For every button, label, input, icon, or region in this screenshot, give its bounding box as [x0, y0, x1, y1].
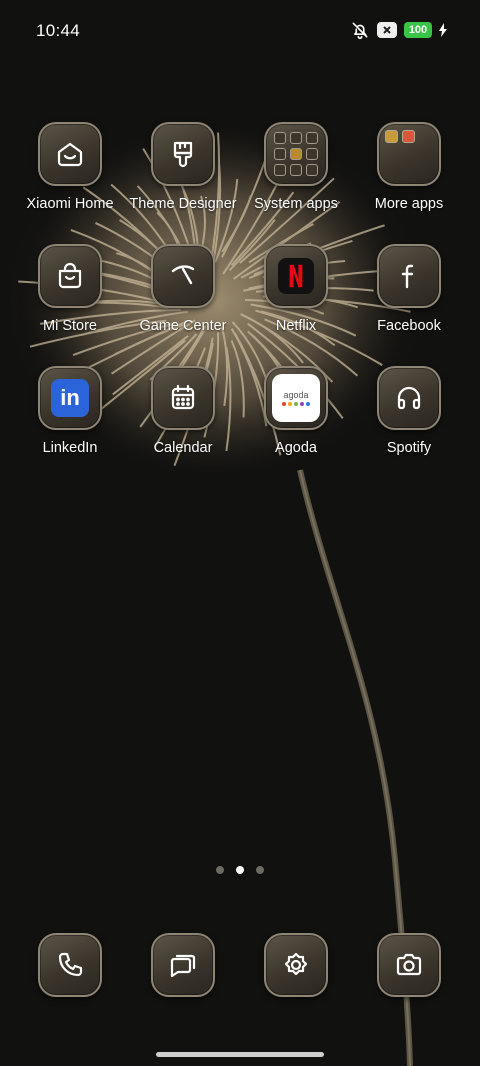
facebook-icon: [377, 244, 441, 308]
mini-app-icon: [274, 164, 286, 176]
xiaomi-home-icon: [38, 122, 102, 186]
home-indicator[interactable]: [156, 1052, 324, 1057]
linkedin-icon: in: [38, 366, 102, 430]
status-time: 10:44: [36, 21, 81, 40]
mini-app-icon: [274, 148, 286, 160]
camera-icon: [377, 933, 441, 997]
netflix-icon: [264, 244, 328, 308]
messages-icon: [151, 933, 215, 997]
shopping-bag-icon: [38, 244, 102, 308]
mini-app-icon: [290, 164, 302, 176]
app-label: Netflix: [275, 318, 317, 334]
paintbrush-icon: [151, 122, 215, 186]
charging-bolt-icon: [439, 23, 447, 37]
app-label: System apps: [254, 196, 338, 212]
folder-system-apps[interactable]: System apps: [240, 122, 352, 222]
folder-icon: [264, 122, 328, 186]
close-badge-icon: [377, 22, 397, 38]
calendar-icon: [151, 366, 215, 430]
app-theme-designer[interactable]: Theme Designer: [127, 122, 239, 222]
app-mi-store[interactable]: Mi Store: [14, 244, 126, 344]
dock-settings[interactable]: [264, 933, 328, 997]
mini-app-icon: [274, 132, 286, 144]
dock-messages[interactable]: [151, 933, 215, 997]
page-indicator: [0, 866, 480, 874]
app-facebook[interactable]: Facebook: [353, 244, 465, 344]
page-dot-active[interactable]: [236, 866, 244, 874]
app-label: More apps: [374, 196, 444, 212]
app-label: Theme Designer: [129, 196, 237, 212]
app-label: Spotify: [386, 440, 432, 456]
app-linkedin[interactable]: in LinkedIn: [14, 366, 126, 466]
app-label: Xiaomi Home: [26, 196, 114, 212]
app-label: LinkedIn: [42, 440, 98, 456]
agoda-dots: [282, 402, 310, 406]
mini-app-icon: [306, 148, 318, 160]
battery-icon: 100: [404, 22, 432, 38]
page-dot[interactable]: [216, 866, 224, 874]
app-spotify[interactable]: Spotify: [353, 366, 465, 466]
phone-icon: [38, 933, 102, 997]
headphones-icon: [377, 366, 441, 430]
app-label: Calendar: [153, 440, 213, 456]
folder-icon: [377, 122, 441, 186]
agoda-logo-text: agoda: [283, 390, 309, 400]
dock-phone[interactable]: [38, 933, 102, 997]
status-bar: 10:44 100: [0, 0, 480, 62]
app-agoda[interactable]: agoda Agoda: [240, 366, 352, 466]
app-netflix[interactable]: Netflix: [240, 244, 352, 344]
mute-icon: [352, 22, 368, 40]
app-label: Agoda: [275, 440, 317, 456]
game-center-icon: [151, 244, 215, 308]
mini-app-icon: [306, 132, 318, 144]
dock-camera[interactable]: [377, 933, 441, 997]
agoda-icon: agoda: [264, 366, 328, 430]
folder-more-apps[interactable]: More apps: [353, 122, 465, 222]
mini-app-icon: [290, 148, 302, 160]
mini-app-icon: [402, 130, 415, 143]
mini-app-icon: [306, 164, 318, 176]
app-label: Game Center: [139, 318, 227, 334]
app-xiaomi-home[interactable]: Xiaomi Home: [14, 122, 126, 222]
status-icons: 100: [350, 20, 447, 40]
app-label: Facebook: [377, 318, 441, 334]
mini-app-icon: [290, 132, 302, 144]
linkedin-logo: in: [51, 379, 89, 417]
page-dot[interactable]: [256, 866, 264, 874]
app-calendar[interactable]: Calendar: [127, 366, 239, 466]
mini-app-icon: [385, 130, 398, 143]
settings-icon: [264, 933, 328, 997]
app-label: Mi Store: [43, 318, 97, 334]
app-game-center[interactable]: Game Center: [127, 244, 239, 344]
